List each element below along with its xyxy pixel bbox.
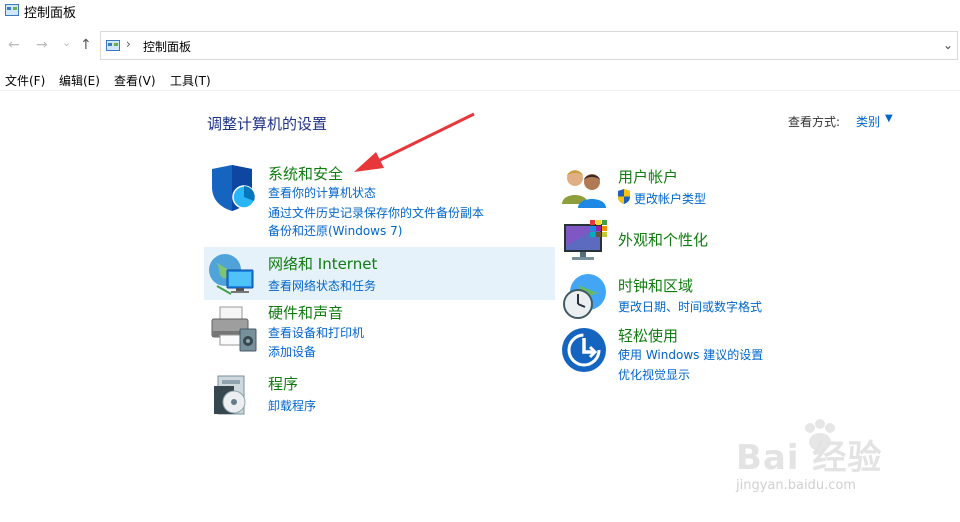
address-row: ← → ⌄ ↑ › 控制面板 ⌄ — [0, 28, 960, 62]
shield-icon — [212, 165, 256, 211]
clock-icon — [563, 274, 606, 319]
category-clock-region[interactable]: 时钟和区域 — [618, 275, 693, 296]
category-programs[interactable]: 程序 — [268, 373, 298, 394]
watermark-brand: Bai 经验 — [736, 438, 883, 478]
ease-of-access-icon — [562, 328, 606, 372]
link-network-status[interactable]: 查看网络状态和任务 — [268, 277, 376, 294]
view-by-dropdown-icon[interactable]: ▼ — [885, 113, 893, 124]
link-recommended-settings[interactable]: 使用 Windows 建议的设置 — [618, 346, 763, 363]
page-heading: 调整计算机的设置 — [207, 115, 328, 133]
category-ease-of-access[interactable]: 轻松使用 — [618, 325, 678, 346]
menu-tools[interactable]: 工具(T) — [170, 72, 211, 89]
link-backup-restore[interactable]: 备份和还原(Windows 7) — [268, 222, 402, 239]
users-icon — [562, 170, 606, 208]
link-change-date-time-format[interactable]: 更改日期、时间或数字格式 — [618, 298, 762, 315]
programs-icon — [214, 375, 246, 415]
link-add-device[interactable]: 添加设备 — [268, 343, 316, 360]
link-change-account-type[interactable]: 更改帐户类型 — [634, 190, 706, 207]
menu-view[interactable]: 查看(V) — [114, 72, 156, 89]
annotation-arrow — [354, 112, 475, 172]
network-icon — [209, 254, 254, 295]
menu-bar: 文件(F) 编辑(E) 查看(V) 工具(T) — [0, 68, 960, 91]
view-by-select[interactable]: 类别 — [856, 113, 880, 130]
menu-edit[interactable]: 编辑(E) — [59, 72, 100, 89]
forward-button[interactable]: → — [36, 37, 48, 53]
recent-locations-button[interactable]: ⌄ — [62, 36, 71, 49]
category-system-security[interactable]: 系统和安全 — [268, 163, 343, 184]
link-uninstall-program[interactable]: 卸载程序 — [268, 397, 316, 414]
window-title: 控制面板 — [24, 6, 77, 21]
breadcrumb-separator: › — [126, 37, 131, 51]
link-devices-printers[interactable]: 查看设备和打印机 — [268, 324, 364, 341]
control-panel-icon — [5, 4, 19, 16]
menu-file[interactable]: 文件(F) — [5, 72, 45, 89]
up-button[interactable]: ↑ — [80, 37, 92, 53]
category-network-internet[interactable]: 网络和 Internet — [268, 253, 377, 274]
view-by-label: 查看方式: — [788, 115, 841, 129]
link-optimize-visual-display[interactable]: 优化视觉显示 — [618, 366, 690, 383]
uac-shield-icon — [618, 189, 630, 204]
category-appearance-personalization[interactable]: 外观和个性化 — [618, 229, 708, 250]
address-dropdown-button[interactable]: ⌄ — [943, 38, 953, 52]
address-bar[interactable]: › 控制面板 ⌄ — [100, 31, 958, 60]
title-bar: 控制面板 — [0, 0, 960, 24]
link-file-history-backup[interactable]: 通过文件历史记录保存你的文件备份副本 — [268, 204, 484, 221]
breadcrumb-control-panel[interactable]: 控制面板 — [143, 38, 191, 55]
monitor-icon — [564, 220, 607, 260]
category-hardware-sound[interactable]: 硬件和声音 — [268, 302, 343, 323]
link-view-computer-status[interactable]: 查看你的计算机状态 — [268, 184, 376, 201]
watermark-url: jingyan.baidu.com — [736, 478, 856, 493]
printer-icon — [211, 306, 257, 352]
back-button[interactable]: ← — [8, 37, 20, 53]
control-panel-icon — [106, 40, 120, 51]
category-user-accounts[interactable]: 用户帐户 — [618, 166, 678, 187]
